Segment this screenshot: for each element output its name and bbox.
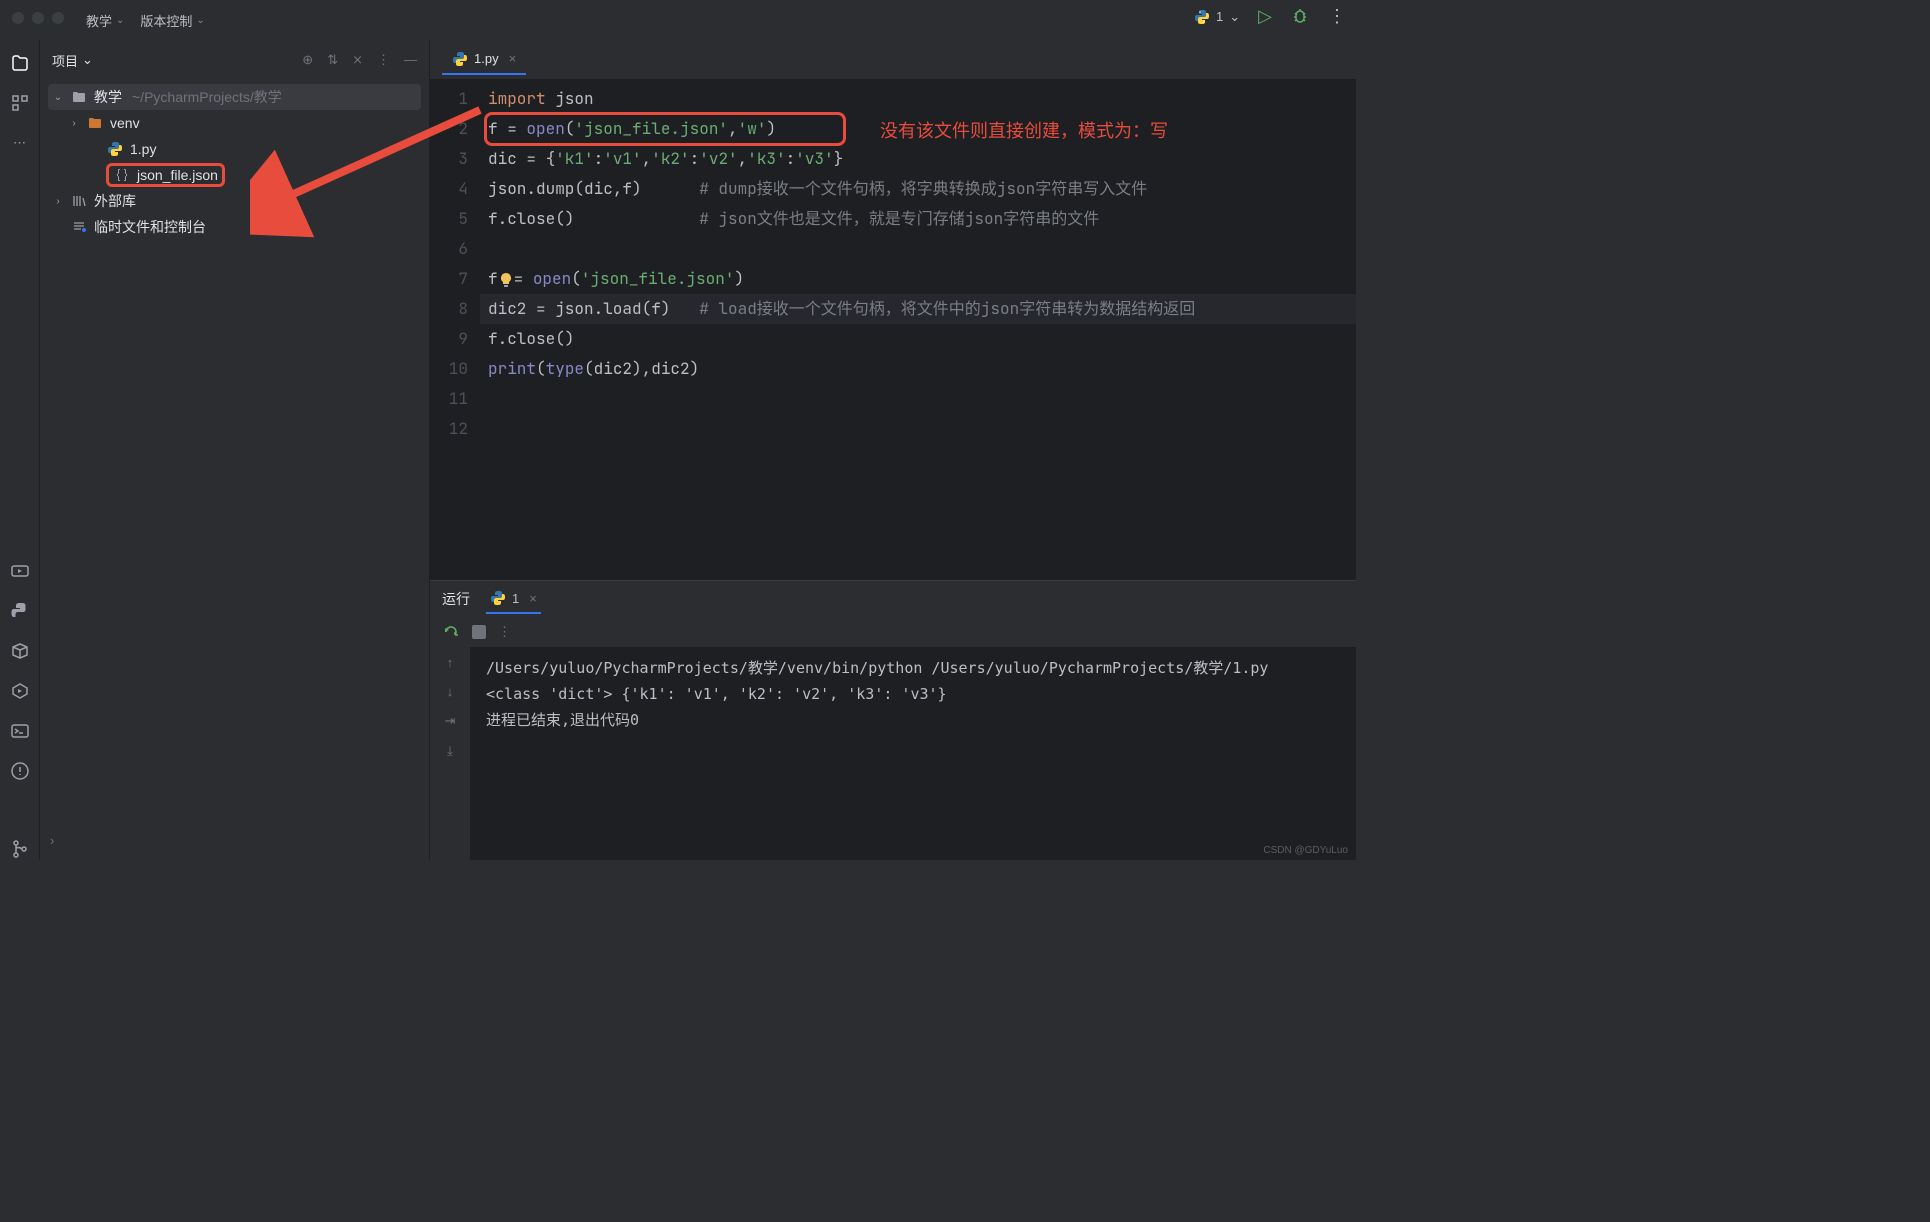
run-side-toolbar: ↑ ↓ ⇥ ⤓	[430, 647, 470, 860]
top-right-controls: 1 ⌄ ▷ ⋮	[1194, 6, 1346, 27]
editor-area: 1.py × 123456789101112 import json f = o…	[430, 40, 1356, 580]
editor-tab-active[interactable]: 1.py ×	[442, 45, 526, 75]
tree-external-libs[interactable]: › 外部库	[48, 188, 421, 214]
json-file-icon	[113, 166, 131, 184]
tree-file-1py[interactable]: 1.py	[48, 136, 421, 162]
tree-file-json[interactable]: json_file.json	[48, 162, 421, 188]
more-actions-button[interactable]: ⋮	[1328, 6, 1346, 27]
collapse-all-icon[interactable]: ⨯	[352, 52, 363, 68]
terminal-tool-icon[interactable]	[9, 720, 31, 742]
chevron-right-icon: ›	[68, 118, 80, 129]
menu-project-label: 教学	[86, 11, 112, 30]
run-tab-name: 1	[512, 591, 519, 606]
intention-bulb-icon[interactable]	[498, 272, 514, 288]
tree-file-json-label: json_file.json	[137, 167, 218, 183]
scroll-to-end-icon[interactable]: ⤓	[447, 743, 453, 759]
run-config-selector[interactable]: 1 ⌄	[1194, 9, 1240, 25]
line-gutter: 123456789101112	[430, 84, 480, 580]
watermark: CSDN @GDYuLuo	[1263, 845, 1348, 856]
expand-all-icon[interactable]: ⇅	[327, 52, 338, 68]
python-file-icon	[490, 590, 506, 606]
chevron-down-icon: ⌄	[1229, 9, 1240, 25]
more-tool-icon[interactable]: ⋯	[9, 132, 31, 154]
maximize-dot[interactable]	[52, 12, 64, 24]
close-dot[interactable]	[12, 12, 24, 24]
packages-tool-icon[interactable]	[9, 640, 31, 662]
problems-tool-icon[interactable]	[9, 760, 31, 782]
minimize-dot[interactable]	[32, 12, 44, 24]
tree-scratch-label: 临时文件和控制台	[94, 217, 206, 237]
output-line: <class 'dict'> {'k1': 'v1', 'k2': 'v2', …	[486, 681, 1340, 707]
top-menu-bar: 教学 ⌄ 版本控制 ⌄	[0, 0, 1356, 40]
python-file-icon	[106, 140, 124, 158]
panel-options-icon[interactable]: ⋮	[377, 52, 390, 68]
project-panel-title[interactable]: 项目 ⌄	[52, 51, 93, 70]
tree-scratches[interactable]: 临时文件和控制台	[48, 214, 421, 240]
run-panel-title: 运行	[442, 589, 470, 609]
project-tree: ⌄ 教学 ~/PycharmProjects/教学 › venv 1.p	[40, 80, 429, 244]
chevron-down-icon: ⌄	[196, 15, 204, 26]
output-line: /Users/yuluo/PycharmProjects/教学/venv/bin…	[486, 655, 1340, 681]
run-button[interactable]: ▷	[1258, 6, 1272, 27]
project-panel: 项目 ⌄ ⊕ ⇅ ⨯ ⋮ — ⌄ 教学 ~/PycharmProjects/教学	[40, 40, 430, 860]
output-line: 进程已结束,退出代码0	[486, 707, 1340, 733]
tree-root-name: 教学	[94, 87, 122, 107]
tree-extlibs-label: 外部库	[94, 191, 136, 211]
rerun-button[interactable]	[442, 623, 460, 641]
tree-venv-label: venv	[110, 115, 140, 131]
vcs-tool-icon[interactable]	[9, 838, 31, 860]
tree-venv[interactable]: › venv	[48, 110, 421, 136]
close-tab-icon[interactable]: ×	[509, 51, 517, 66]
left-tool-rail: ⋯	[0, 40, 40, 860]
python-icon	[1194, 9, 1210, 25]
tree-root-path: ~/PycharmProjects/教学	[132, 87, 282, 107]
chevron-down-icon: ⌄	[82, 52, 93, 68]
chevron-down-icon: ⌄	[116, 15, 124, 26]
select-opened-icon[interactable]: ⊕	[302, 52, 313, 68]
window-controls	[12, 12, 64, 24]
debug-button[interactable]	[1290, 7, 1310, 27]
library-icon	[70, 192, 88, 210]
run-panel: 运行 1 × ⋮ ↑ ↓ ⇥ ⤓	[430, 580, 1356, 860]
soft-wrap-icon[interactable]: ⇥	[445, 713, 456, 729]
chevron-right-icon: ›	[52, 196, 64, 207]
services-tool-icon[interactable]	[9, 680, 31, 702]
scroll-up-icon[interactable]: ↑	[447, 655, 454, 670]
python-console-icon[interactable]	[9, 600, 31, 622]
project-tool-icon[interactable]	[9, 52, 31, 74]
menu-project[interactable]: 教学 ⌄	[80, 7, 130, 34]
folder-icon	[70, 88, 88, 106]
run-output[interactable]: /Users/yuluo/PycharmProjects/教学/venv/bin…	[470, 647, 1356, 860]
collapse-run-icon[interactable]: ›	[50, 833, 54, 848]
tree-root[interactable]: ⌄ 教学 ~/PycharmProjects/教学	[48, 84, 421, 110]
code-editor[interactable]: 123456789101112 import json f = open('js…	[430, 80, 1356, 580]
run-tab-active[interactable]: 1 ×	[486, 584, 541, 614]
editor-tab-name: 1.py	[474, 51, 499, 66]
hide-panel-icon[interactable]: —	[404, 52, 417, 68]
chevron-down-icon: ⌄	[52, 92, 64, 103]
close-run-tab-icon[interactable]: ×	[529, 591, 537, 606]
menu-vcs[interactable]: 版本控制 ⌄	[134, 7, 210, 34]
folder-icon	[86, 114, 104, 132]
run-tool-icon[interactable]	[9, 560, 31, 582]
scroll-down-icon[interactable]: ↓	[447, 684, 454, 699]
python-file-icon	[452, 51, 468, 67]
scratch-icon	[70, 218, 88, 236]
editor-tab-bar: 1.py ×	[430, 40, 1356, 80]
tree-file-1py-label: 1.py	[130, 141, 156, 157]
run-more-icon[interactable]: ⋮	[498, 624, 511, 640]
structure-tool-icon[interactable]	[9, 92, 31, 114]
annotation-text: 没有该文件则直接创建，模式为：写	[880, 116, 1168, 146]
menu-vcs-label: 版本控制	[140, 11, 192, 30]
run-config-name: 1	[1216, 9, 1223, 24]
stop-button[interactable]	[472, 625, 486, 639]
